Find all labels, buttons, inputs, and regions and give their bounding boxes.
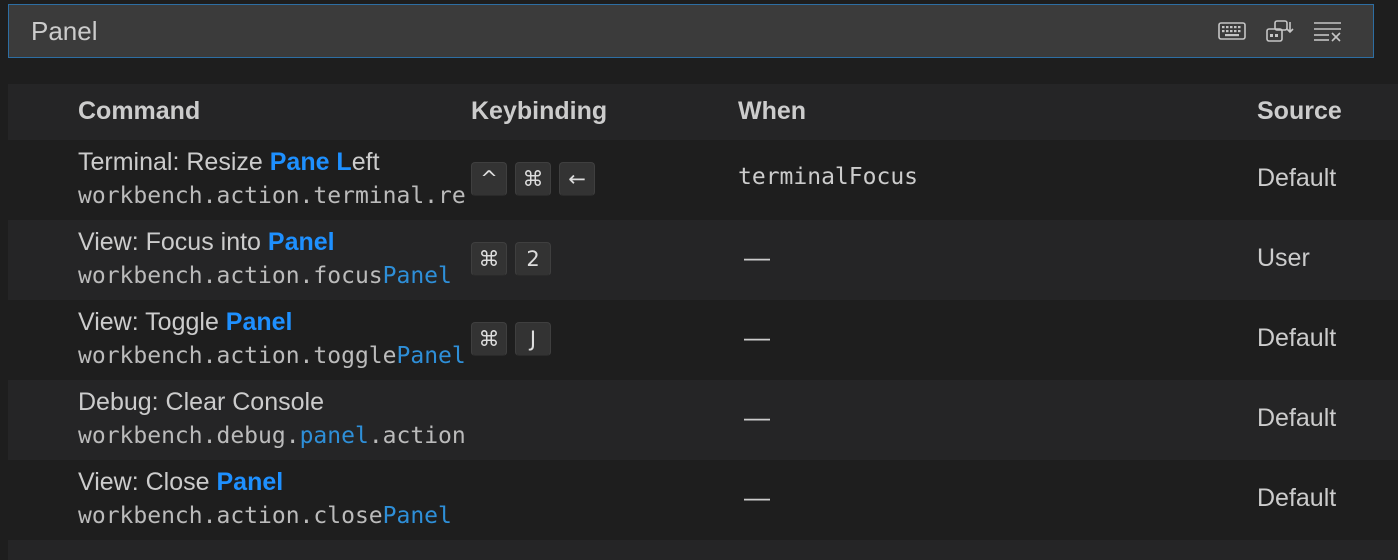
table-row[interactable]: Debug: Clear Console workbench.debug.pane… — [8, 380, 1398, 460]
command-id-text: workbench.action.terminal.re — [78, 183, 466, 209]
clear-search-icon[interactable] — [1311, 17, 1345, 45]
command-title-text: Terminal: Resize — [78, 148, 270, 176]
keybinding[interactable]: ^ ⌘ ← — [471, 162, 595, 196]
command-title-highlight: Panel — [225, 308, 293, 336]
command-title-text: eft — [351, 148, 380, 176]
command-title-highlight: Panel — [216, 468, 284, 496]
command-title: Debug: Clear Console — [78, 388, 324, 417]
command-title-highlight: Pane L — [269, 148, 352, 176]
command-title-highlight: Panel — [267, 228, 335, 256]
key-cap: ^ — [471, 162, 507, 196]
command-id: workbench.debug.panel.action — [78, 423, 470, 449]
table-row[interactable]: View: Close Panel workbench.action.closeP… — [8, 460, 1398, 540]
column-header-when[interactable]: When — [738, 97, 806, 126]
keyboard-icon[interactable] — [1215, 17, 1249, 45]
command-id: workbench.action.togglePanel — [78, 343, 470, 369]
search-bar — [8, 4, 1374, 58]
column-header-source[interactable]: Source — [1257, 97, 1342, 126]
column-header-command[interactable]: Command — [78, 97, 200, 126]
when-clause: — — [744, 482, 770, 512]
when-clause: — — [744, 242, 770, 272]
keybinding[interactable]: ⌘ 2 — [471, 242, 551, 276]
when-clause: terminalFocus — [738, 164, 919, 190]
command-title-text: Debug: Clear Console — [78, 388, 324, 416]
column-header-keybinding[interactable]: Keybinding — [471, 97, 607, 126]
source-label: Default — [1257, 324, 1337, 352]
table-rows: Terminal: Resize Pane Left workbench.acti… — [8, 140, 1398, 540]
search-actions — [1215, 17, 1345, 45]
command-title: View: Toggle Panel — [78, 308, 293, 337]
keybinding[interactable]: ⌘ J — [471, 322, 551, 356]
command-id-highlight: panel — [299, 423, 369, 449]
command-id-text: workbench.action.close — [78, 503, 383, 529]
command-id: workbench.action.terminal.re — [78, 183, 470, 209]
table-row[interactable]: Terminal: Resize Pane Left workbench.acti… — [8, 140, 1398, 220]
command-id-text: .action — [368, 423, 466, 449]
command-title: Terminal: Resize Pane Left — [78, 148, 380, 177]
command-id-highlight: Panel — [396, 343, 466, 369]
source-label: Default — [1257, 164, 1337, 192]
command-title-text: View: Close — [78, 468, 217, 496]
command-title: View: Focus into Panel — [78, 228, 335, 257]
table-row-partial[interactable] — [8, 540, 1398, 560]
keybindings-table: Command Keybinding When Source Terminal:… — [8, 84, 1398, 560]
command-id: workbench.action.closePanel — [78, 503, 470, 529]
table-row[interactable]: View: Focus into Panel workbench.action.f… — [8, 220, 1398, 300]
command-id-highlight: Panel — [382, 503, 452, 529]
source-label: Default — [1257, 404, 1337, 432]
table-header: Command Keybinding When Source — [8, 84, 1398, 140]
sort-by-precedence-icon[interactable] — [1263, 17, 1297, 45]
keybindings-search-input[interactable] — [31, 5, 1181, 57]
key-cap: J — [515, 322, 551, 356]
command-title-text: View: Toggle — [78, 308, 226, 336]
command-title-text: View: Focus into — [78, 228, 268, 256]
command-id-highlight: Panel — [382, 263, 452, 289]
command-id-text: workbench.action.toggle — [78, 343, 397, 369]
command-id-text: workbench.action.focus — [78, 263, 383, 289]
command-id: workbench.action.focusPanel — [78, 263, 470, 289]
key-cap: 2 — [515, 242, 551, 276]
key-cap: ⌘ — [471, 322, 507, 356]
key-cap: ⌘ — [471, 242, 507, 276]
source-label: User — [1257, 244, 1310, 272]
source-label: Default — [1257, 484, 1337, 512]
table-row[interactable]: View: Toggle Panel workbench.action.toggl… — [8, 300, 1398, 380]
when-clause: — — [744, 402, 770, 432]
when-clause: — — [744, 322, 770, 352]
key-cap: ← — [559, 162, 595, 196]
command-id-text: workbench.debug. — [78, 423, 300, 449]
command-title: View: Close Panel — [78, 468, 283, 497]
key-cap: ⌘ — [515, 162, 551, 196]
